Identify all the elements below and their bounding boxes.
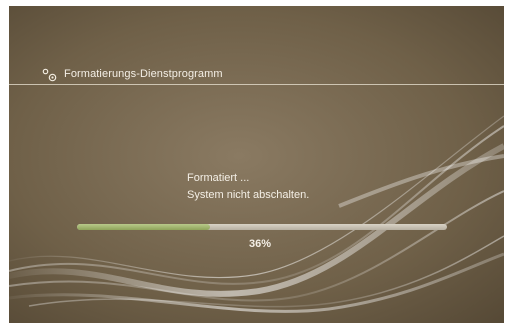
status-line-warning: System nicht abschalten. <box>187 189 310 201</box>
header-divider <box>9 84 504 85</box>
screenshot-frame: Formatierungs-Dienstprogramm Formatiert … <box>0 0 511 331</box>
tools-icon <box>42 68 58 82</box>
page-title: Formatierungs-Dienstprogramm <box>64 68 223 80</box>
progress-bar-fill <box>77 224 211 230</box>
progress-bar <box>77 224 447 230</box>
status-line-formatting: Formatiert ... <box>187 172 250 184</box>
status-message: Formatiert ... System nicht abschalten. <box>187 170 309 204</box>
bottom-border <box>0 323 511 331</box>
app-header: Formatierungs-Dienstprogramm <box>9 68 504 92</box>
progress-percent: 36% <box>249 238 272 250</box>
xmb-screen: Formatierungs-Dienstprogramm Formatiert … <box>9 6 504 323</box>
right-border <box>504 6 511 323</box>
background-wave-graphic <box>9 115 504 313</box>
